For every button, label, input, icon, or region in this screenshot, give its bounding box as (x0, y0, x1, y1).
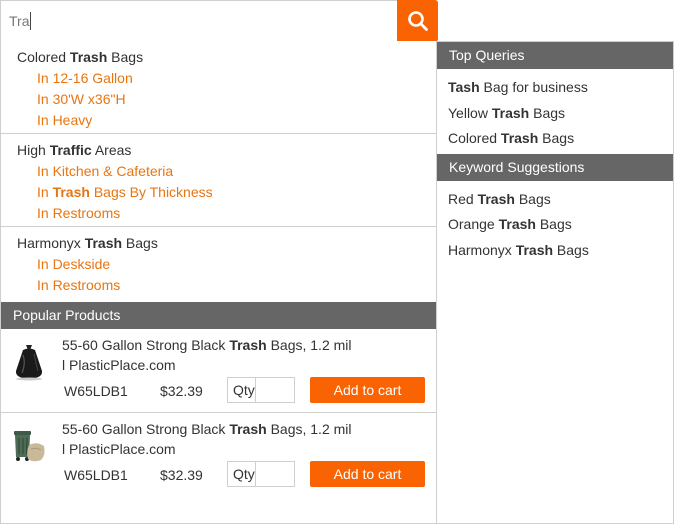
category-link[interactable]: In 12-16 Gallon (1, 68, 436, 89)
keyword-item[interactable]: Harmonyx Trash Bags (437, 238, 673, 264)
qty-label: Qty (228, 462, 256, 486)
queries-panel: Top Queries Tash Bag for business Yellow… (436, 41, 674, 524)
category-link[interactable]: In Restrooms (1, 275, 436, 296)
qty-label: Qty (228, 378, 256, 402)
product-price: $32.39 (160, 467, 203, 483)
category-link[interactable]: In 30'W x36"H (1, 89, 436, 110)
suggestions-panel: Colored Trash Bags In 12-16 Gallon In 30… (0, 41, 437, 524)
search-input[interactable] (0, 0, 398, 42)
product-title[interactable]: 55-60 Gallon Strong Black Trash Bags, 1.… (62, 335, 402, 375)
add-to-cart-button[interactable]: Add to cart (310, 461, 425, 487)
product-row[interactable]: 55-60 Gallon Strong Black Trash Bags, 1.… (1, 329, 436, 413)
black-trash-bag-image (15, 345, 43, 381)
trash-can-with-bags-image (14, 431, 45, 462)
search-button[interactable] (397, 0, 438, 42)
keyword-suggestions-list: Red Trash Bags Orange Trash Bags Harmony… (437, 181, 673, 266)
product-sku: W65LDB1 (64, 383, 128, 399)
text-caret (30, 12, 31, 30)
category-link[interactable]: In Kitchen & Cafeteria (1, 161, 436, 182)
top-queries-list: Tash Bag for business Yellow Trash Bags … (437, 69, 673, 154)
product-title[interactable]: 55-60 Gallon Strong Black Trash Bags, 1.… (62, 419, 402, 459)
popular-products-header: Popular Products (1, 302, 436, 329)
product-sku: W65LDB1 (64, 467, 128, 483)
category-link[interactable]: In Restrooms (1, 203, 436, 224)
query-item[interactable]: Tash Bag for business (437, 75, 673, 101)
category-group: Harmonyx Trash Bags In Deskside In Restr… (1, 227, 436, 302)
category-title[interactable]: High Traffic Areas (1, 140, 436, 161)
query-item[interactable]: Yellow Trash Bags (437, 101, 673, 127)
quantity-field: Qty (227, 377, 433, 403)
add-to-cart-button[interactable]: Add to cart (310, 377, 425, 403)
product-price: $32.39 (160, 383, 203, 399)
keyword-suggestions-header: Keyword Suggestions (437, 153, 673, 181)
category-title[interactable]: Colored Trash Bags (1, 47, 436, 68)
query-item[interactable]: Colored Trash Bags (437, 126, 673, 152)
category-link[interactable]: In Heavy (1, 110, 436, 131)
category-link[interactable]: In Trash Bags By Thickness (1, 182, 436, 203)
top-queries-header: Top Queries (437, 42, 673, 69)
quantity-field: Qty (227, 461, 433, 487)
product-row[interactable]: 55-60 Gallon Strong Black Trash Bags, 1.… (1, 413, 436, 497)
category-group: Colored Trash Bags In 12-16 Gallon In 30… (1, 41, 436, 134)
category-link[interactable]: In Deskside (1, 254, 436, 275)
keyword-item[interactable]: Orange Trash Bags (437, 212, 673, 238)
search-icon (407, 11, 428, 31)
category-title[interactable]: Harmonyx Trash Bags (1, 233, 436, 254)
keyword-item[interactable]: Red Trash Bags (437, 187, 673, 213)
category-group: High Traffic Areas In Kitchen & Cafeteri… (1, 134, 436, 227)
